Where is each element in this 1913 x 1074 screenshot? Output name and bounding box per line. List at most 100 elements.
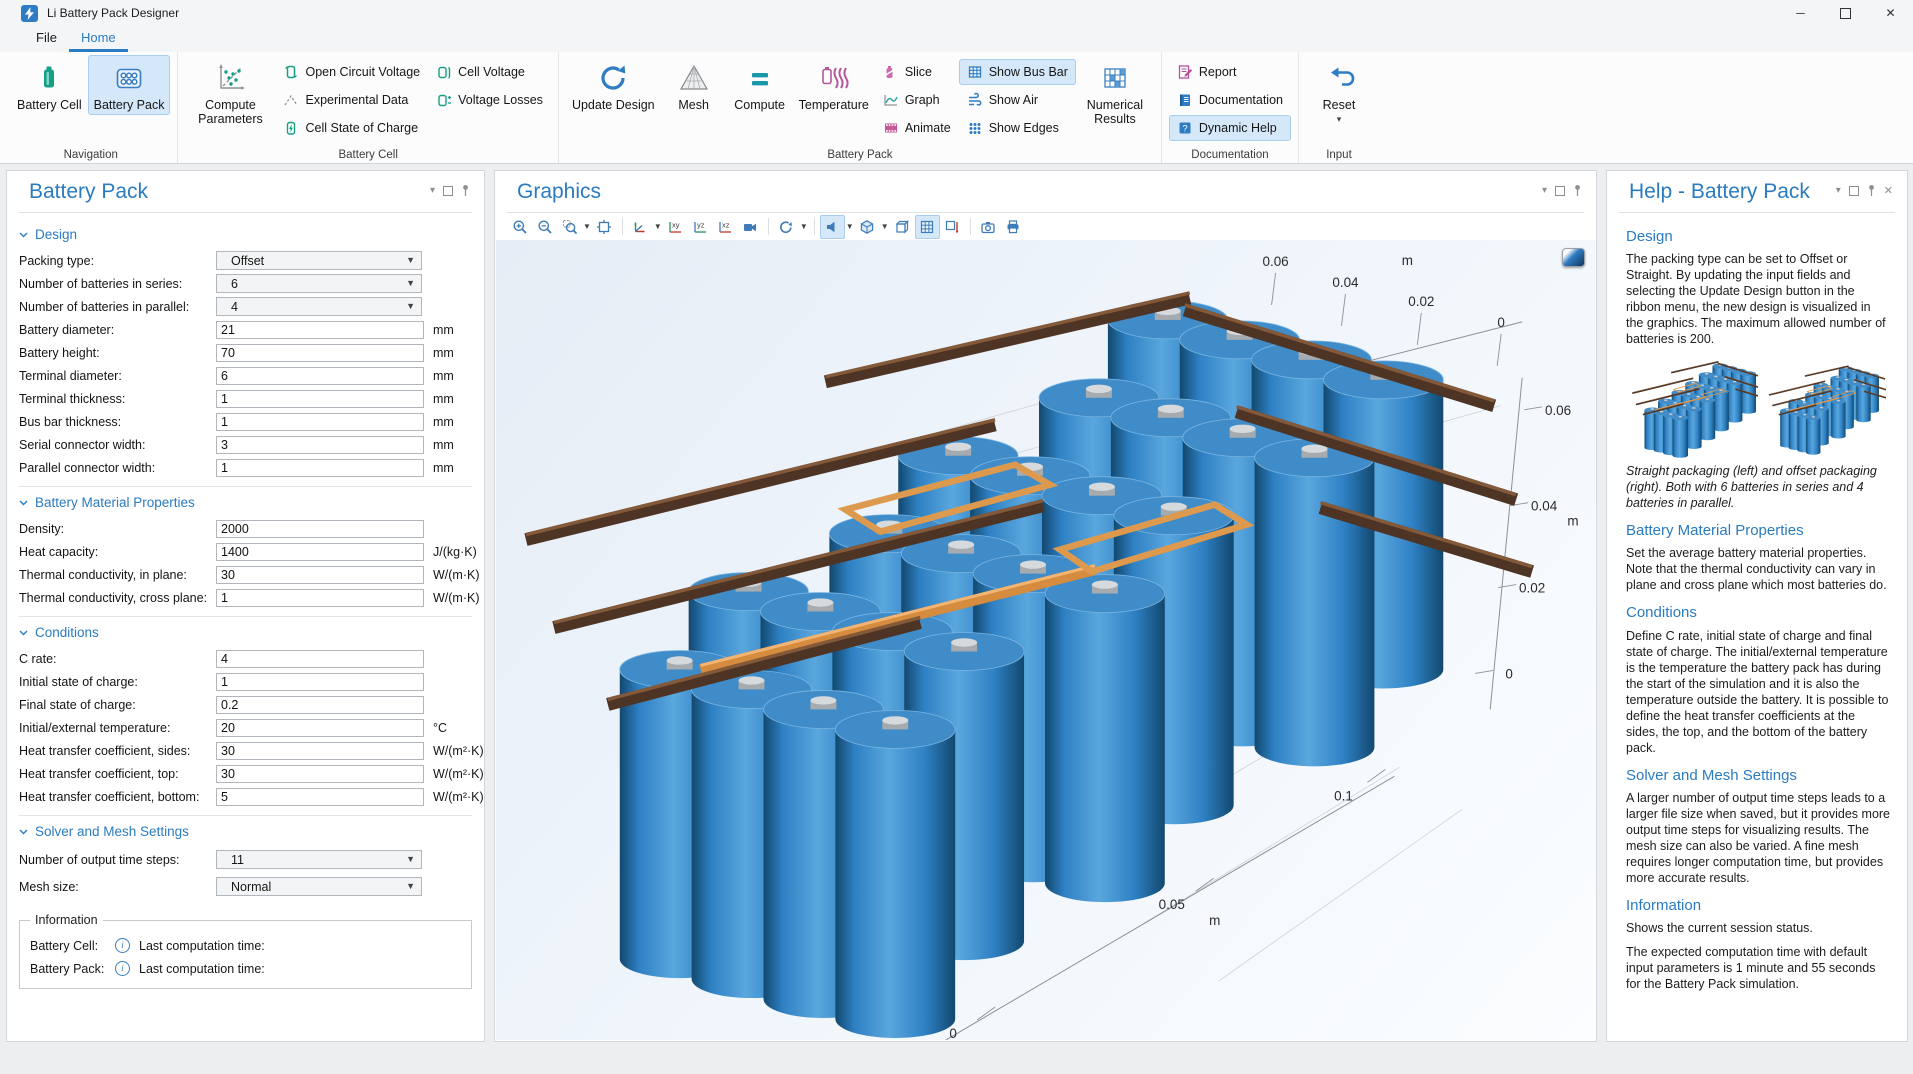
maximize-button[interactable]: [1823, 0, 1868, 26]
scene-camera-button[interactable]: [738, 215, 763, 239]
help-panel-float-icon[interactable]: [1849, 186, 1859, 196]
section-solver[interactable]: Solver and Mesh Settings: [7, 816, 484, 846]
plot-context-icon[interactable]: [1562, 248, 1585, 267]
heat-transfer-bottom-input[interactable]: [216, 788, 424, 806]
help-panel-menu-icon[interactable]: ▾: [1836, 185, 1841, 196]
view-cube-button[interactable]: [890, 215, 915, 239]
help-material-text: Set the average battery material propert…: [1626, 545, 1891, 593]
cell-state-of-charge-button[interactable]: Cell State of Charge: [275, 115, 428, 141]
battery-cell-button[interactable]: Battery Cell: [11, 55, 88, 115]
scene-light-dropdown-icon[interactable]: ▼: [881, 222, 889, 231]
open-circuit-voltage-button[interactable]: Open Circuit Voltage: [275, 59, 428, 85]
initial-state-of-charge-input[interactable]: [216, 673, 424, 691]
show-edges-button[interactable]: Show Edges: [959, 115, 1076, 141]
documentation-button[interactable]: Documentation: [1169, 87, 1291, 113]
rotate-button[interactable]: [774, 215, 799, 239]
voltage-losses-icon: [436, 92, 452, 108]
zoom-out-button[interactable]: [532, 215, 557, 239]
scene-light-button[interactable]: [855, 215, 880, 239]
graphics-panel-float-icon[interactable]: [1555, 186, 1565, 196]
zoom-in-button[interactable]: [507, 215, 532, 239]
bus-bar-thickness-input[interactable]: [216, 413, 424, 431]
settings-panel-menu-icon[interactable]: ▾: [430, 185, 435, 196]
image-snapshot-button[interactable]: [976, 215, 1001, 239]
packing-type-select[interactable]: Offset▼: [216, 251, 422, 270]
battery-pack-button[interactable]: Battery Pack: [88, 55, 171, 115]
yz-view-button[interactable]: yz: [688, 215, 713, 239]
ribbon-group-label-input: Input: [1299, 149, 1379, 161]
graphics-panel-menu-icon[interactable]: ▾: [1542, 185, 1547, 196]
show-air-icon: [967, 92, 983, 108]
terminal-thickness-input[interactable]: [216, 390, 424, 408]
thermal-conductivity-in-plane-input[interactable]: [216, 566, 424, 584]
zoom-box-icon: [562, 219, 578, 235]
packing-type-value: Offset: [231, 254, 264, 268]
menu-home[interactable]: Home: [69, 26, 128, 52]
mesh-size-select[interactable]: Normal▼: [216, 877, 422, 896]
help-solver-heading: Solver and Mesh Settings: [1626, 766, 1891, 785]
heat-transfer-top-input[interactable]: [216, 765, 424, 783]
transparency-button[interactable]: [820, 215, 845, 239]
show-bus-bar-button[interactable]: Show Bus Bar: [959, 59, 1076, 85]
cell-voltage-button[interactable]: Cell Voltage: [428, 59, 551, 85]
close-button[interactable]: ✕: [1868, 0, 1913, 26]
toolbar-separator: [970, 218, 971, 235]
zoom-box-button[interactable]: [557, 215, 582, 239]
default-view-button[interactable]: [628, 215, 653, 239]
information-row-text: Last computation time:: [139, 962, 265, 976]
final-state-of-charge-input[interactable]: [216, 696, 424, 714]
graphics-3d-viewport[interactable]: 0.060.040.020m0.060.040.020m0.10.050m: [496, 240, 1595, 1040]
voltage-losses-button[interactable]: Voltage Losses: [428, 87, 551, 113]
mesh-button[interactable]: Mesh: [661, 55, 727, 115]
thermal-conductivity-cross-plane-input[interactable]: [216, 589, 424, 607]
dynamic-help-button[interactable]: ? Dynamic Help: [1169, 115, 1291, 141]
battery-height-input[interactable]: [216, 344, 424, 362]
settings-panel-pin-icon[interactable]: [461, 184, 470, 197]
graphics-panel-pin-icon[interactable]: [1573, 184, 1582, 197]
xy-view-button[interactable]: xy: [663, 215, 688, 239]
transparency-dropdown-icon[interactable]: ▼: [846, 222, 854, 231]
default-view-dropdown-icon[interactable]: ▼: [654, 222, 662, 231]
report-button[interactable]: Report: [1169, 59, 1291, 85]
parallel-connector-width-input[interactable]: [216, 459, 424, 477]
heat-capacity-input[interactable]: [216, 543, 424, 561]
heat-transfer-sides-input[interactable]: [216, 742, 424, 760]
terminal-diameter-input[interactable]: [216, 367, 424, 385]
axis-indicator-button[interactable]: [940, 215, 965, 239]
slice-button[interactable]: Slice: [875, 59, 959, 85]
print-button[interactable]: [1001, 215, 1026, 239]
serial-connector-width-input[interactable]: [216, 436, 424, 454]
c-rate-input[interactable]: [216, 650, 424, 668]
batteries-in-series-select[interactable]: 6▼: [216, 274, 422, 293]
batteries-in-parallel-select[interactable]: 4▼: [216, 297, 422, 316]
settings-panel-float-icon[interactable]: [443, 186, 453, 196]
zoom-extents-button[interactable]: [592, 215, 617, 239]
help-panel-pin-icon[interactable]: [1867, 184, 1876, 197]
update-design-button[interactable]: Update Design: [566, 55, 661, 115]
section-conditions[interactable]: Conditions: [7, 617, 484, 647]
animate-button[interactable]: Animate: [875, 115, 959, 141]
help-panel-close-icon[interactable]: ✕: [1884, 184, 1893, 197]
temperature-button[interactable]: Temperature: [793, 55, 875, 115]
temperature-icon: [818, 60, 850, 96]
section-design[interactable]: Design: [7, 219, 484, 249]
zoom-box-dropdown-icon[interactable]: ▼: [583, 222, 591, 231]
show-air-button[interactable]: Show Air: [959, 87, 1076, 113]
xz-view-button[interactable]: xz: [713, 215, 738, 239]
information-row-label: Battery Cell:: [30, 939, 106, 953]
reset-button[interactable]: Reset ▾: [1306, 55, 1372, 127]
compute-button[interactable]: Compute: [727, 55, 793, 115]
numerical-results-button[interactable]: Numerical Results: [1076, 55, 1154, 129]
section-material[interactable]: Battery Material Properties: [7, 487, 484, 517]
menu-file[interactable]: File: [24, 26, 69, 52]
rotate-dropdown-icon[interactable]: ▼: [800, 222, 808, 231]
initial-external-temperature-input[interactable]: [216, 719, 424, 737]
compute-parameters-button[interactable]: Compute Parameters: [185, 55, 275, 129]
minimize-button[interactable]: ─: [1778, 0, 1823, 26]
density-input[interactable]: [216, 520, 424, 538]
graph-button[interactable]: Graph: [875, 87, 959, 113]
output-time-steps-select[interactable]: 11▼: [216, 850, 422, 869]
experimental-data-button[interactable]: Experimental Data: [275, 87, 428, 113]
battery-diameter-input[interactable]: [216, 321, 424, 339]
grid-button[interactable]: [915, 215, 940, 239]
